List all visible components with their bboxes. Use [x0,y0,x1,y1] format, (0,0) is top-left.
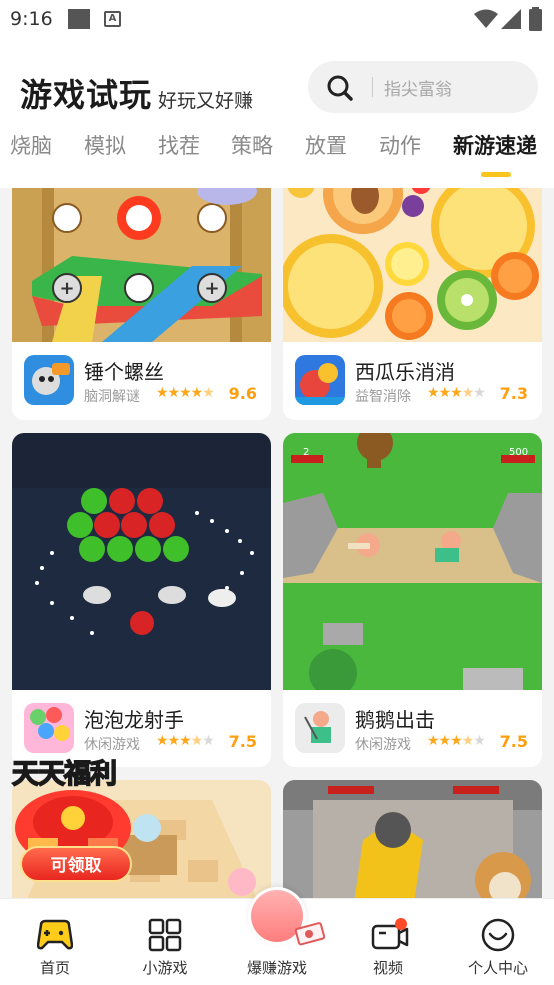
game-info: 鹅鹅出击 休闲游戏 ★★★★★ 7.5 [283,690,542,767]
page-slogan: 好玩又好赚 [158,90,254,112]
game-name: 泡泡龙射手 [84,708,184,732]
game-card-partial-right[interactable] [283,780,542,898]
tab-indicator [481,172,511,177]
nav-profile[interactable]: 个人中心 [448,899,548,985]
tab-shaonao[interactable]: 烧脑 [10,130,52,160]
search-bar[interactable]: 指尖富翁 [308,61,538,113]
game-rating: 7.5 [499,732,528,751]
game-category: 休闲游戏 [84,737,140,753]
game-art-watermelon [283,188,542,342]
nav-home[interactable]: 首页 [5,899,105,985]
game-name: 鹅鹅出击 [355,708,435,732]
rating-stars: ★★★★★ [156,385,215,401]
game-category: 休闲游戏 [355,737,411,753]
game-card-screw[interactable]: + + 锤个螺丝 脑洞解谜 ★★★★★ 9.6 [12,188,271,420]
svg-text:+: + [204,278,219,299]
signal-icon [501,9,521,29]
game-card-watermelon[interactable]: 西瓜乐消消 益智消除 ★★★★★ 7.3 [283,188,542,420]
nav-video[interactable]: 视频 [338,899,438,985]
game-info: 西瓜乐消消 益智消除 ★★★★★ 7.3 [283,342,542,420]
hp-left-label: 2 [303,447,309,458]
game-icon-goose [295,703,345,753]
rating-stars: ★★★★★ [427,733,486,749]
cash-icon [251,890,326,946]
category-tabs: 烧脑 模拟 找茬 策略 放置 动作 新游速递 [0,130,554,180]
smiley-icon [481,918,515,952]
search-divider [372,77,373,97]
game-icon-watermelon [295,355,345,405]
game-art-bubble [12,433,271,690]
status-bar: 9:16 A [0,0,554,38]
gamepad-icon [37,919,73,950]
rating-stars: ★★★★★ [427,385,486,401]
battery-icon [529,7,542,31]
notification-icon [68,9,90,29]
nav-label: 视频 [372,959,403,977]
tab-dongzuo[interactable]: 动作 [379,130,421,160]
game-name: 西瓜乐消消 [355,360,455,384]
wifi-icon [474,9,498,28]
game-name: 锤个螺丝 [84,360,164,384]
game-rating: 9.6 [228,384,257,403]
game-icon-screw [24,355,74,405]
search-placeholder[interactable]: 指尖富翁 [384,75,452,100]
nav-hot-earn[interactable]: 爆赚游戏 [227,887,327,985]
tab-fangzhi[interactable]: 放置 [305,130,347,160]
game-category: 益智消除 [355,389,411,405]
video-icon [371,918,409,950]
svg-text:+: + [59,278,74,299]
status-time: 9:16 [10,8,53,30]
game-card-goose[interactable]: 2 500 鹅鹅出击 休闲游戏 ★★★★★ 7.5 [283,433,542,767]
nav-label: 个人中心 [467,959,528,977]
app-notification-icon: A [104,11,121,27]
game-art-goose: 2 500 [283,433,542,690]
nav-label: 爆赚游戏 [246,959,307,977]
tab-moni[interactable]: 模拟 [84,130,126,160]
game-art-screw: + + [12,188,271,342]
game-info: 锤个螺丝 脑洞解谜 ★★★★★ 9.6 [12,342,271,420]
grid-icon [148,918,182,952]
page-title: 游戏试玩 [20,76,153,114]
bottom-nav: 首页 小游戏 爆赚游戏 视频 个人中心 [0,887,554,985]
hot-earn-button[interactable] [248,887,326,946]
game-card-bubble[interactable]: 泡泡龙射手 休闲游戏 ★★★★★ 7.5 [12,433,271,767]
rating-stars: ★★★★★ [156,733,215,749]
hp-right-label: 500 [509,447,528,458]
search-icon [327,75,353,101]
header: 游戏试玩 好玩又好赚 指尖富翁 烧脑 模拟 找茬 策略 放置 动作 新游速递 [0,38,554,188]
game-rating: 7.5 [228,732,257,751]
nav-label: 首页 [39,959,70,977]
tab-zhaocha[interactable]: 找茬 [158,130,200,160]
promo-float[interactable]: 天天福利 可领取 [8,752,138,892]
game-rating: 7.3 [499,384,528,403]
game-category: 脑洞解谜 [84,389,140,405]
nav-label: 小游戏 [142,959,188,977]
promo-title: 天天福利 [11,758,118,791]
nav-minigames[interactable]: 小游戏 [115,899,215,985]
tab-celue[interactable]: 策略 [231,130,273,160]
tab-xinyousudi[interactable]: 新游速递 [453,130,537,160]
game-icon-bubble [24,703,74,753]
game-art-fight [283,780,542,898]
claim-button[interactable]: 可领取 [20,846,132,882]
game-grid: + + 锤个螺丝 脑洞解谜 ★★★★★ 9.6 西瓜乐消消 益智消除 ★★★★★… [0,188,554,898]
